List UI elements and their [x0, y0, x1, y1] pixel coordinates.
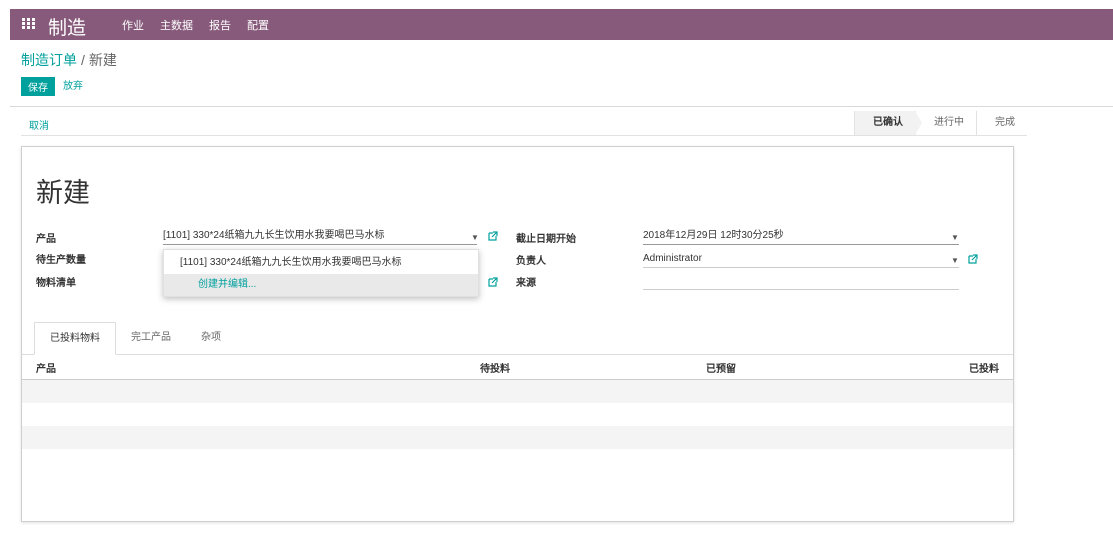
caret-down-icon[interactable]: ▼: [471, 233, 479, 242]
table-header: 产品 待投料 已预留 已投料: [22, 355, 1013, 380]
table-row: [22, 403, 1013, 426]
main-menu: 作业 主数据 报告 配置: [122, 17, 269, 33]
tab-finished-products[interactable]: 完工产品: [116, 322, 186, 353]
menu-item-operations[interactable]: 作业: [122, 17, 144, 33]
column-consumed[interactable]: 已投料: [969, 360, 999, 375]
qty-label: 待生产数量: [36, 255, 86, 266]
tab-miscellaneous[interactable]: 杂项: [186, 322, 236, 353]
deadline-label: 截止日期开始: [516, 234, 576, 245]
notebook-tabs: 已投料物料 完工产品 杂项: [34, 322, 236, 355]
caret-down-icon[interactable]: ▼: [951, 233, 959, 242]
column-reserved[interactable]: 已预留: [706, 360, 736, 375]
source-input[interactable]: [643, 273, 959, 290]
stage-in-progress[interactable]: 进行中: [915, 111, 976, 135]
breadcrumb-current: 新建: [88, 52, 117, 68]
source-label: 来源: [516, 278, 536, 289]
stage-confirmed[interactable]: 已确认: [854, 111, 922, 135]
menu-item-configuration[interactable]: 配置: [247, 17, 269, 33]
deadline-input[interactable]: 2018年12月29日 12时30分25秒: [643, 228, 959, 245]
tab-consumed-materials[interactable]: 已投料物料: [34, 322, 116, 355]
responsible-input[interactable]: Administrator: [643, 251, 959, 268]
save-button[interactable]: 保存: [21, 77, 55, 96]
breadcrumb-parent[interactable]: 制造订单: [21, 52, 77, 68]
product-input[interactable]: [1101] 330*24纸箱九九长生饮用水我要喝巴马水标: [163, 228, 477, 245]
autocomplete-option[interactable]: [1101] 330*24纸箱九九长生饮用水我要喝巴马水标: [164, 252, 478, 274]
product-label: 产品: [36, 234, 56, 245]
external-link-icon[interactable]: [968, 254, 978, 264]
caret-down-icon[interactable]: ▼: [951, 256, 959, 265]
breadcrumb: 制造订单 / 新建: [21, 50, 117, 70]
table-row: [22, 426, 1013, 449]
autocomplete-dropdown: [1101] 330*24纸箱九九长生饮用水我要喝巴马水标 创建并编辑...: [163, 249, 479, 297]
external-link-icon[interactable]: [488, 231, 498, 241]
menu-item-master-data[interactable]: 主数据: [160, 17, 193, 33]
bom-label: 物料清单: [36, 278, 76, 289]
table-row: [22, 472, 1013, 495]
column-product[interactable]: 产品: [36, 360, 56, 375]
apps-grid-icon[interactable]: [22, 18, 36, 30]
form-sheet: 新建 产品 [1101] 330*24纸箱九九长生饮用水我要喝巴马水标 ▼ 待生…: [21, 146, 1014, 522]
stage-done[interactable]: 完成: [976, 111, 1027, 135]
column-to-consume[interactable]: 待投料: [480, 360, 510, 375]
create-and-edit-option[interactable]: 创建并编辑...: [164, 274, 478, 296]
discard-button[interactable]: 放弃: [63, 77, 83, 96]
stage-pipeline: 已确认 进行中 完成: [854, 111, 1027, 135]
menu-item-reporting[interactable]: 报告: [209, 17, 231, 33]
materials-table: 产品 待投料 已预留 已投料: [22, 355, 1013, 495]
status-bar: 取消 已确认 进行中 完成: [21, 111, 1027, 136]
external-link-icon[interactable]: [488, 277, 498, 287]
top-navbar: 制造 作业 主数据 报告 配置: [10, 9, 1113, 40]
record-title: 新建: [36, 178, 90, 209]
table-row: [22, 449, 1013, 472]
app-name: 制造: [48, 17, 87, 39]
divider: [10, 106, 1113, 107]
cancel-button[interactable]: 取消: [29, 117, 49, 132]
responsible-label: 负责人: [516, 256, 546, 267]
table-row: [22, 380, 1013, 403]
breadcrumb-separator: /: [81, 52, 85, 68]
